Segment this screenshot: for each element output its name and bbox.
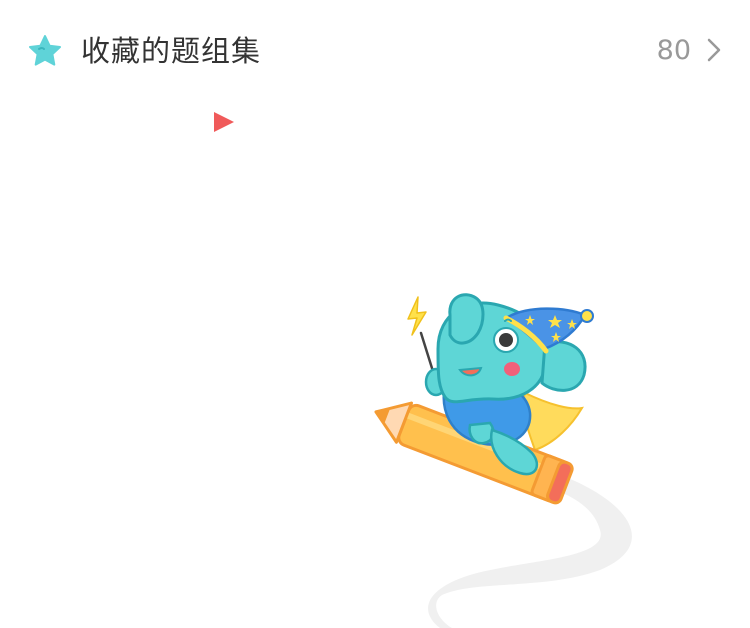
elephant-wizard-on-pencil-illustration [374,293,632,628]
chevron-right-icon[interactable] [704,36,724,64]
red-flag-icon [214,112,234,132]
collection-header-row[interactable]: 收藏的题组集 80 [0,0,750,100]
collection-count: 80 [656,35,691,66]
page-title: 收藏的题组集 [81,34,262,68]
star-icon [29,35,61,66]
